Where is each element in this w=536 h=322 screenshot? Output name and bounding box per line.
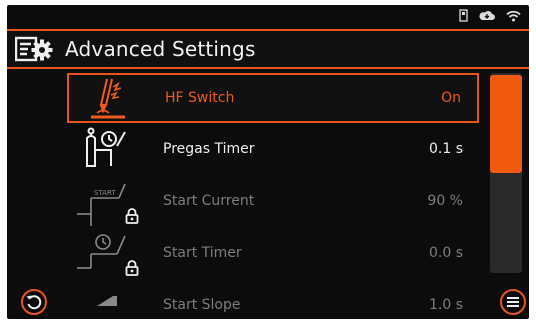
hf-torch-icon [91,78,125,119]
status-bar [7,5,529,27]
setting-value: On [441,90,461,106]
setting-label: HF Switch [165,90,235,106]
start-current-icon: START [77,183,126,226]
menu-button[interactable] [500,289,526,315]
setting-label: Start Slope [163,297,241,313]
usb-stick-icon [459,9,468,22]
lock-icon [125,208,139,224]
setting-row-hf-switch[interactable]: HF Switch On [67,73,479,123]
setting-value: 1.0 s [428,297,463,313]
svg-text:START: START [94,189,116,197]
setting-row-pregas-timer[interactable]: Pregas Timer 0.1 s [67,126,479,176]
cloud-icon [479,10,495,20]
header-bar: Advanced Settings [7,29,529,69]
setting-label: Start Current [163,193,255,209]
setting-row-start-timer[interactable]: Start Timer 0.0 s [67,230,479,280]
setting-row-start-current[interactable]: START Start Current 90 % [67,178,479,228]
start-timer-icon [77,234,126,269]
menu-icon [507,297,519,307]
setting-label: Pregas Timer [163,141,255,157]
lock-icon [125,260,139,276]
setting-value: 0.1 s [428,141,463,157]
wifi-icon [506,10,521,21]
page-title: Advanced Settings [65,37,256,61]
device-screen: Advanced Settings HF Switch On Pregas Ti… [7,5,529,319]
gas-cylinder-timer-icon [86,127,126,167]
back-undo-icon [26,295,42,310]
settings-gear-icon [15,36,53,62]
start-slope-icon [97,296,117,306]
setting-value: 90 % [427,193,463,209]
settings-list: HF Switch On Pregas Timer 0.1 s START St… [7,68,487,319]
setting-value: 0.0 s [428,245,463,261]
scrollbar-thumb[interactable] [490,75,522,173]
back-button[interactable] [21,289,47,315]
setting-label: Start Timer [163,245,242,261]
setting-row-start-slope[interactable]: Start Slope 1.0 s [67,282,479,319]
